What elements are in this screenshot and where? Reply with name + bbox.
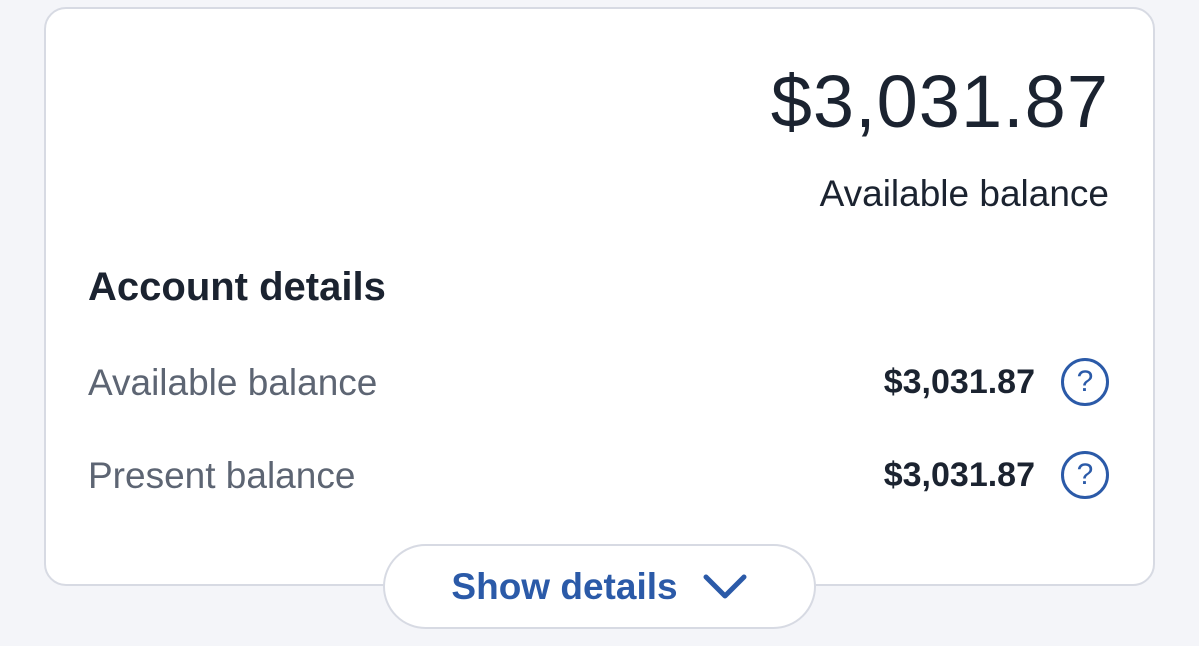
available-balance-amount: $3,031.87 xyxy=(770,60,1109,143)
detail-row-value: $3,031.87 xyxy=(883,456,1035,494)
balance-card: $3,031.87 Available balance Account deta… xyxy=(44,7,1155,586)
show-details-label: Show details xyxy=(451,566,678,607)
available-balance-caption: Available balance xyxy=(819,173,1109,214)
help-icon[interactable]: ? xyxy=(1061,358,1109,406)
detail-row-available-balance: Available balance $3,031.87 ? xyxy=(88,357,1109,407)
account-details-title: Account details xyxy=(88,265,386,309)
detail-row-label: Present balance xyxy=(88,454,356,496)
detail-row-present-balance: Present balance $3,031.87 ? xyxy=(88,450,1109,500)
detail-row-value: $3,031.87 xyxy=(883,363,1035,401)
chevron-down-icon xyxy=(703,574,747,598)
detail-row-label: Available balance xyxy=(88,361,378,403)
help-icon[interactable]: ? xyxy=(1061,451,1109,499)
show-details-button[interactable]: Show details xyxy=(383,544,816,629)
